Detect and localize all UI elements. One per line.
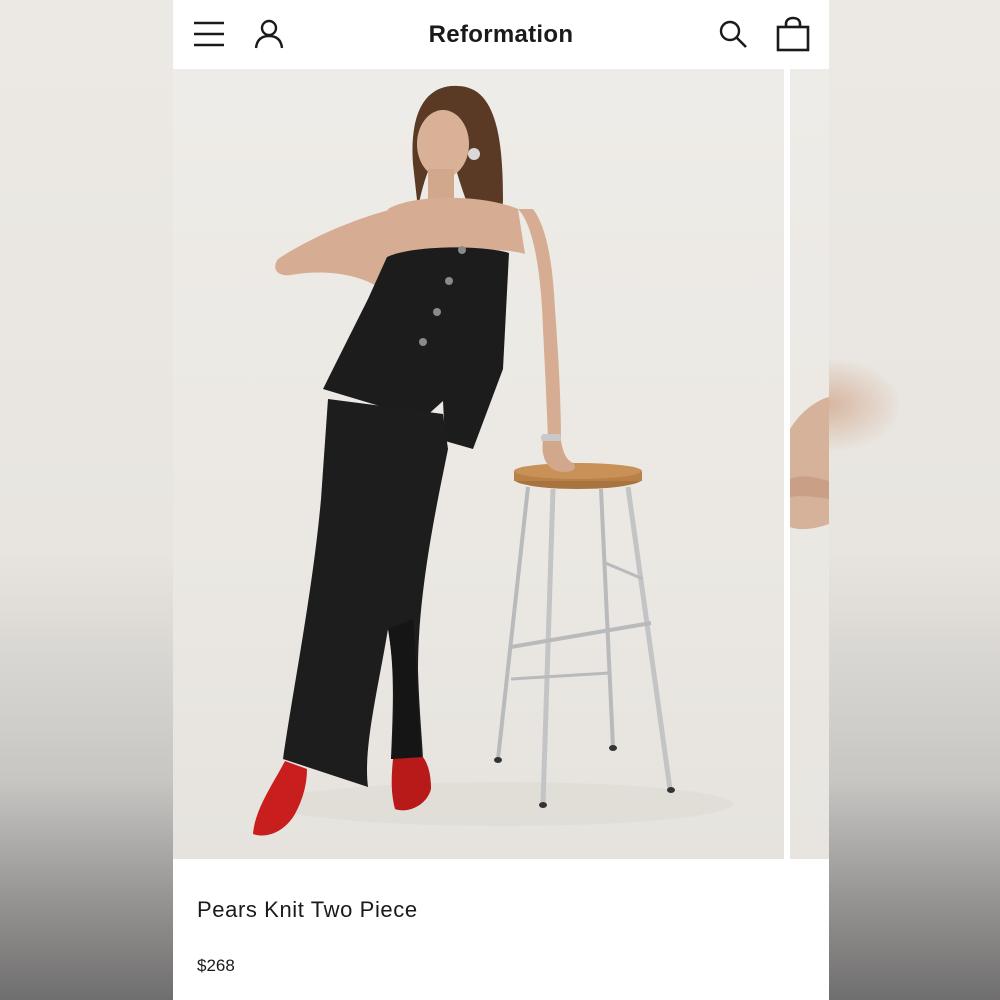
next-product-image[interactable] (790, 69, 829, 859)
product-info: Pears Knit Two Piece $268 (173, 859, 829, 1000)
product-gallery[interactable] (173, 69, 829, 859)
account-icon[interactable] (253, 18, 285, 50)
menu-icon[interactable] (193, 20, 225, 48)
product-name[interactable]: Pears Knit Two Piece (197, 897, 418, 923)
product-price: $268 (197, 956, 235, 975)
left-backdrop (0, 0, 173, 1000)
bag-icon[interactable] (775, 16, 811, 52)
search-icon[interactable] (718, 19, 748, 49)
next-photo-arm (790, 397, 829, 530)
right-backdrop (829, 0, 1000, 1000)
product-image[interactable] (173, 69, 784, 859)
blurred-arm (829, 360, 899, 450)
header: Reformation (173, 0, 829, 69)
product-page: Reformation Pears Knit Two Piece $268 (173, 0, 829, 1000)
product-photo (253, 85, 733, 836)
